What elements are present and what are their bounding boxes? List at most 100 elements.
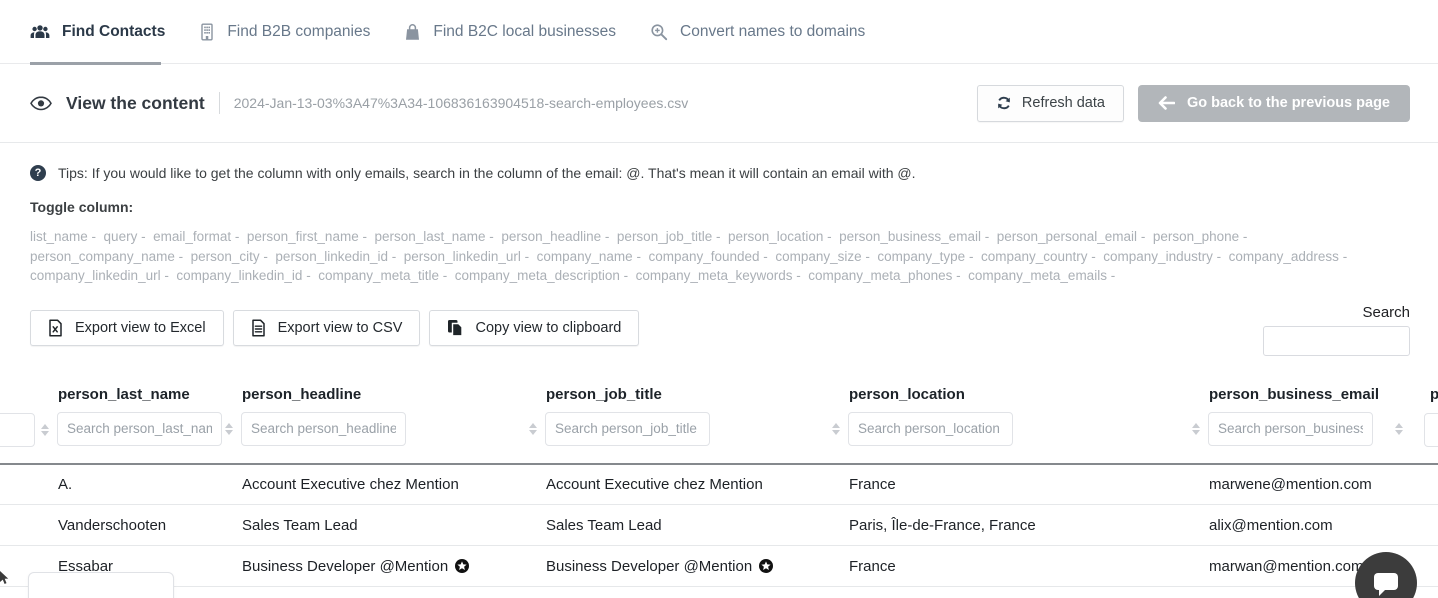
column-header-clipped-right: p	[1406, 384, 1438, 464]
filter-input-person-location[interactable]	[848, 412, 1013, 446]
tab-label: Convert names to domains	[680, 23, 865, 41]
go-back-button[interactable]: Go back to the previous page	[1138, 85, 1410, 122]
sort-arrows-icon[interactable]	[225, 423, 233, 435]
filter-input-clipped-left[interactable]	[0, 413, 35, 447]
toggle-column-item[interactable]: person_first_name	[247, 229, 359, 244]
column-title: person_job_title	[540, 384, 843, 406]
toggle-separator: -	[1213, 249, 1225, 264]
table-row: A. Account Executive chez Mention Accoun…	[0, 464, 1438, 505]
table-row: Co-founder, CTO Co-founder, CTO France a…	[0, 587, 1438, 598]
sort-arrows-icon[interactable]	[1395, 423, 1403, 435]
chat-bubble-icon	[1372, 571, 1400, 597]
cell-person-job-title: Business Developer @Mention	[540, 546, 843, 587]
toggle-separator: -	[633, 249, 645, 264]
sort-arrows-icon[interactable]	[41, 424, 49, 436]
toggle-column-item[interactable]: person_company_name	[30, 249, 175, 264]
bottom-left-input[interactable]	[28, 572, 174, 598]
sort-arrows-icon[interactable]	[529, 423, 537, 435]
sort-arrows-icon[interactable]	[1192, 423, 1200, 435]
toggle-column-item[interactable]: person_personal_email	[997, 229, 1137, 244]
toggle-column-item[interactable]: list_name	[30, 229, 88, 244]
toggle-column-item[interactable]: person_phone	[1153, 229, 1239, 244]
cell-person-business-email: marwene@mention.com	[1203, 464, 1406, 505]
column-title: person_last_name	[52, 384, 236, 406]
tab-label: Find B2C local businesses	[433, 23, 616, 41]
export-csv-button[interactable]: Export view to CSV	[233, 310, 421, 346]
filter-input-clipped-right[interactable]	[1424, 413, 1438, 447]
column-title-partial: p	[1406, 384, 1438, 406]
toggle-separator: -	[1088, 249, 1100, 264]
toggle-separator: -	[359, 229, 371, 244]
filter-input-person-business-email[interactable]	[1208, 412, 1373, 446]
magnifier-plus-icon	[650, 23, 668, 41]
tab-find-b2b-companies[interactable]: Find B2B companies	[199, 0, 370, 64]
global-search-input[interactable]	[1263, 326, 1410, 356]
export-csv-label: Export view to CSV	[278, 320, 403, 336]
toggle-column-item[interactable]: company_name	[537, 249, 633, 264]
toggle-separator: -	[1107, 268, 1119, 283]
export-excel-button[interactable]: Export view to Excel	[30, 310, 224, 346]
refresh-data-button[interactable]: Refresh data	[977, 85, 1124, 122]
toggle-column-item[interactable]: company_meta_emails	[968, 268, 1107, 283]
toggle-column-item[interactable]: person_linkedin_url	[404, 249, 521, 264]
top-nav: Find Contacts Find B2B companies	[0, 0, 1438, 64]
toggle-separator: -	[620, 268, 632, 283]
filter-input-person-headline[interactable]	[241, 412, 406, 446]
toggle-separator: -	[862, 249, 874, 264]
column-title: person_location	[843, 384, 1203, 406]
toggle-column-item[interactable]: company_linkedin_id	[176, 268, 302, 283]
csv-file-icon	[251, 319, 266, 337]
building-icon	[199, 23, 215, 41]
tab-convert-names-to-domains[interactable]: Convert names to domains	[650, 0, 865, 64]
toggle-column-item[interactable]: company_meta_description	[455, 268, 620, 283]
toggle-column-item[interactable]: company_country	[981, 249, 1088, 264]
tips-text: Tips: If you would like to get the colum…	[58, 165, 915, 181]
page: Find Contacts Find B2B companies	[0, 0, 1438, 598]
filter-input-person-job-title[interactable]	[545, 412, 710, 446]
toggle-column-item[interactable]: person_last_name	[374, 229, 485, 244]
copy-icon	[447, 319, 463, 337]
toggle-column-item[interactable]: company_type	[877, 249, 965, 264]
cell-person-job-title: Co-founder, CTO	[540, 587, 843, 598]
copy-clipboard-button[interactable]: Copy view to clipboard	[429, 310, 639, 346]
toggle-separator: -	[175, 249, 187, 264]
toggle-column-item[interactable]: company_meta_phones	[808, 268, 952, 283]
eye-icon	[30, 96, 52, 111]
title-divider	[219, 92, 220, 114]
toggle-column-item[interactable]: company_industry	[1103, 249, 1213, 264]
cell-person-headline: Sales Team Lead	[236, 505, 540, 546]
cell-person-location: France	[843, 587, 1203, 598]
cell-person-location: France	[843, 546, 1203, 587]
toggle-column-label: Toggle column:	[30, 199, 1410, 215]
toggle-column-item[interactable]: email_format	[153, 229, 231, 244]
toggle-column-item[interactable]: person_city	[191, 249, 260, 264]
filter-input-person-last-name[interactable]	[57, 412, 222, 446]
toggle-column-item[interactable]: company_founded	[648, 249, 759, 264]
cell-person-location: France	[843, 464, 1203, 505]
star-badge-icon	[759, 559, 773, 573]
toggle-column-item[interactable]: company_address	[1229, 249, 1339, 264]
go-back-label: Go back to the previous page	[1187, 95, 1390, 111]
toggle-column-item[interactable]: company_meta_title	[318, 268, 439, 283]
toggle-column-item[interactable]: person_job_title	[617, 229, 712, 244]
tab-find-contacts[interactable]: Find Contacts	[30, 0, 165, 64]
toggle-separator: -	[1339, 249, 1351, 264]
toggle-column-item[interactable]: person_location	[728, 229, 823, 244]
toggle-separator: -	[1239, 229, 1251, 244]
toggle-column-item[interactable]: company_size	[775, 249, 861, 264]
sort-arrows-icon[interactable]	[832, 423, 840, 435]
toggle-separator: -	[88, 229, 100, 244]
toggle-column-item[interactable]: person_headline	[501, 229, 601, 244]
tab-find-b2c-local-businesses[interactable]: Find B2C local businesses	[404, 0, 616, 64]
refresh-icon	[996, 95, 1012, 111]
toggle-column-item[interactable]: person_business_email	[839, 229, 981, 244]
table-row: Essabar Business Developer @Mention	[0, 546, 1438, 587]
cell-person-last-name: Vanderschooten	[52, 505, 236, 546]
cell-person-business-email: alix@mention.com	[1203, 505, 1406, 546]
excel-file-icon	[48, 319, 63, 337]
toggle-column-item[interactable]: company_meta_keywords	[636, 268, 793, 283]
toggle-separator: -	[792, 268, 804, 283]
toggle-column-item[interactable]: query	[104, 229, 138, 244]
toggle-column-item[interactable]: company_linkedin_url	[30, 268, 161, 283]
toggle-column-item[interactable]: person_linkedin_id	[275, 249, 388, 264]
